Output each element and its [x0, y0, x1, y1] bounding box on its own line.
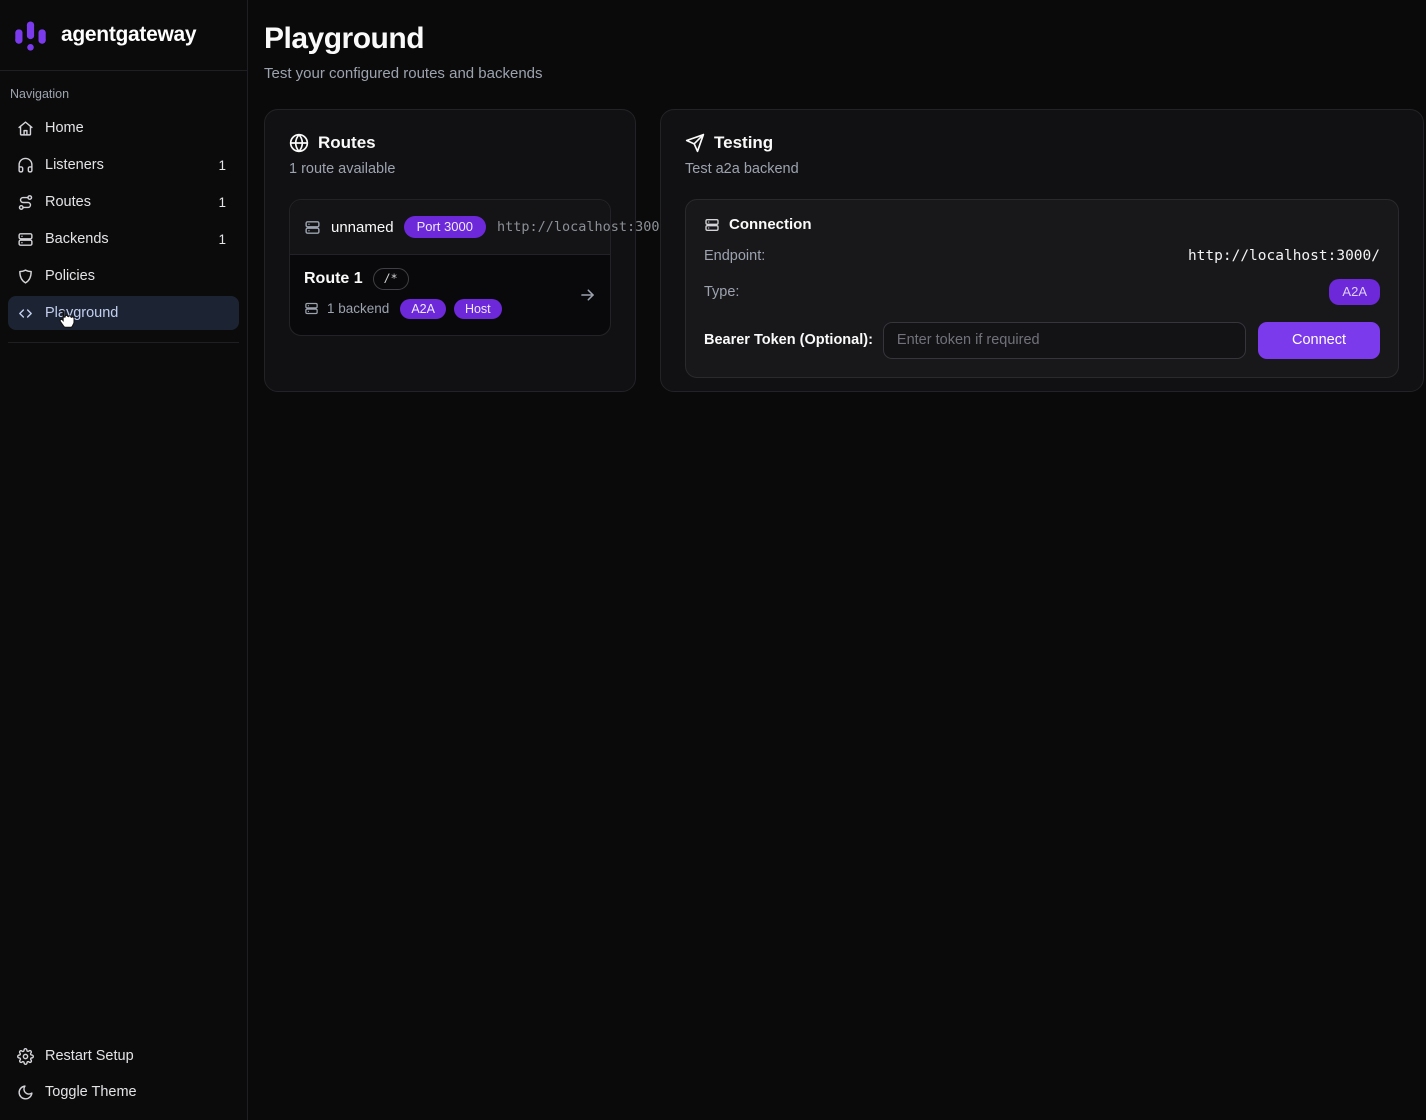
port-badge: Port 3000: [404, 216, 486, 238]
code-icon: [17, 305, 34, 322]
sidebar-item-label: Listeners: [45, 157, 104, 173]
connect-button[interactable]: Connect: [1258, 322, 1380, 359]
routes-card-subtitle: 1 route available: [289, 161, 611, 177]
sidebar-item-listeners[interactable]: Listeners 1: [8, 148, 239, 182]
globe-icon: [289, 133, 309, 153]
server-icon: [704, 217, 720, 233]
server-icon: [304, 219, 321, 236]
routes-card-title: Routes: [318, 133, 376, 153]
gear-icon: [17, 1048, 34, 1065]
type-label: Type:: [704, 284, 739, 300]
listener-name: unnamed: [331, 219, 394, 236]
backends-count-badge: 1: [218, 232, 230, 247]
sidebar-item-policies[interactable]: Policies: [8, 259, 239, 293]
route-badge-a2a: A2A: [400, 299, 446, 319]
route-icon: [17, 194, 34, 211]
sidebar-item-label: Policies: [45, 268, 95, 284]
sidebar-footer: Restart Setup Toggle Theme: [0, 1038, 247, 1120]
backend-count: 1 backend: [327, 301, 389, 316]
connection-panel: Connection Endpoint: http://localhost:30…: [685, 199, 1399, 378]
sidebar-item-label: Routes: [45, 194, 91, 210]
sidebar-nav: Navigation Home Listeners 1 Routes 1: [0, 71, 247, 343]
testing-card-subtitle: Test a2a backend: [685, 161, 1399, 177]
connection-title: Connection: [729, 216, 812, 233]
sidebar-item-backends[interactable]: Backends 1: [8, 222, 239, 256]
sidebar: agentgateway Navigation Home Listeners 1…: [0, 0, 248, 1120]
arrow-right-icon[interactable]: [578, 286, 597, 305]
restart-setup-label: Restart Setup: [45, 1048, 134, 1064]
listeners-count-badge: 1: [218, 158, 230, 173]
page-subtitle: Test your configured routes and backends: [264, 65, 1424, 82]
server-icon: [304, 301, 319, 316]
sidebar-item-routes[interactable]: Routes 1: [8, 185, 239, 219]
route-list-item[interactable]: Route 1 /* 1 backend A2A Host: [290, 255, 610, 335]
sidebar-item-home[interactable]: Home: [8, 111, 239, 145]
endpoint-label: Endpoint:: [704, 248, 765, 264]
toggle-theme-label: Toggle Theme: [45, 1084, 137, 1100]
agentgateway-logo-icon: [12, 17, 49, 54]
sidebar-item-label: Playground: [45, 305, 118, 321]
moon-icon: [17, 1084, 34, 1101]
listener-header: unnamed Port 3000 http://localhost:3000/: [290, 200, 610, 255]
sidebar-item-playground[interactable]: Playground: [8, 296, 239, 330]
type-badge: A2A: [1329, 279, 1380, 305]
sidebar-item-label: Backends: [45, 231, 109, 247]
route-path-badge: /*: [373, 268, 409, 290]
routes-count-badge: 1: [218, 195, 230, 210]
testing-card: Testing Test a2a backend Connection Endp…: [660, 109, 1424, 392]
route-name: Route 1: [304, 270, 363, 288]
toggle-theme-button[interactable]: Toggle Theme: [8, 1074, 239, 1110]
headphones-icon: [17, 157, 34, 174]
testing-card-title: Testing: [714, 133, 773, 153]
nav-section-label: Navigation: [8, 79, 239, 111]
main-content: Playground Test your configured routes a…: [248, 0, 1426, 1120]
endpoint-value: http://localhost:3000/: [1188, 248, 1380, 264]
route-badge-host: Host: [454, 299, 502, 319]
app-title: agentgateway: [61, 23, 196, 47]
send-icon: [685, 133, 705, 153]
bearer-token-label: Bearer Token (Optional):: [704, 332, 873, 348]
shield-icon: [17, 268, 34, 285]
server-icon: [17, 231, 34, 248]
home-icon: [17, 120, 34, 137]
listener-url: http://localhost:3000/: [497, 219, 676, 235]
logo-area: agentgateway: [0, 0, 247, 71]
routes-card: Routes 1 route available unnamed Port 30…: [264, 109, 636, 392]
restart-setup-button[interactable]: Restart Setup: [8, 1038, 239, 1074]
page-title: Playground: [264, 22, 1424, 56]
sidebar-item-label: Home: [45, 120, 84, 136]
bearer-token-input[interactable]: [883, 322, 1246, 359]
listener-group: unnamed Port 3000 http://localhost:3000/…: [289, 199, 611, 336]
